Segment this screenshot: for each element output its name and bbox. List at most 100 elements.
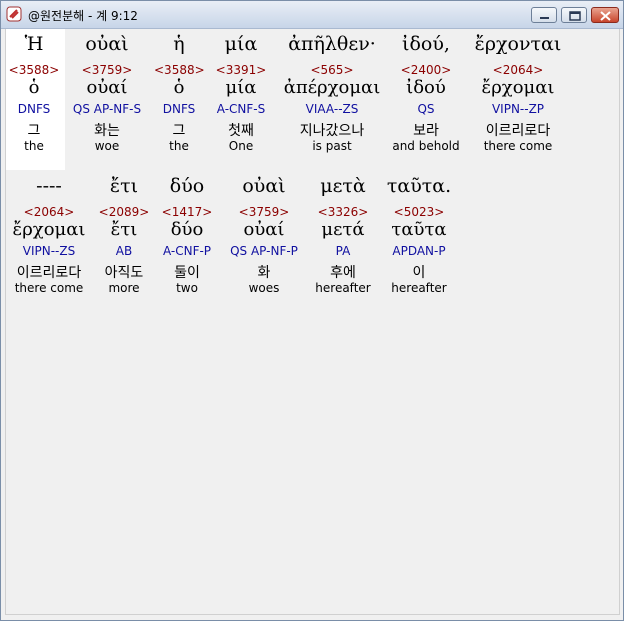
- main-window: @원전분해 - 계 9:12 Ἡ <3588> ὁ DNFS 그 the οὐα…: [0, 0, 624, 621]
- greek-word: μία: [224, 33, 258, 55]
- english-gloss: the: [24, 139, 44, 153]
- minimize-icon: [540, 17, 549, 19]
- strong-number[interactable]: <1417>: [156, 205, 218, 219]
- english-gloss: there come: [483, 139, 553, 153]
- english-gloss: two: [176, 281, 198, 295]
- word-column[interactable]: ἔρχονται <2064> ἔρχομαι VIPN--ZP 이르리로다 t…: [466, 33, 570, 158]
- korean-gloss: 둘이: [174, 265, 200, 281]
- lemma: ἔρχομαι: [12, 219, 86, 240]
- strong-number[interactable]: <3588>: [154, 63, 205, 77]
- strong-number[interactable]: <3588>: [8, 63, 60, 77]
- parsing-code: VIPN--ZS: [22, 244, 76, 258]
- lemma: ἔτι: [110, 219, 138, 240]
- korean-gloss: 화는: [94, 123, 120, 139]
- korean-gloss: 그: [27, 123, 41, 139]
- english-gloss: and behold: [392, 139, 460, 153]
- strong-number[interactable]: <3326>: [310, 205, 376, 219]
- close-icon: [600, 11, 611, 21]
- lemma: ἀπέρχομαι: [283, 77, 381, 98]
- word-column[interactable]: ἰδού, <2400> ἰδού QS 보라 and behold: [390, 33, 462, 158]
- window-title: @원전분해 - 계 9:12: [28, 9, 138, 23]
- korean-gloss: 이르리로다: [485, 123, 551, 139]
- greek-word: ταῦτα.: [386, 175, 452, 197]
- word-column[interactable]: οὐαὶ <3759> οὐαί QS AP-NF-P 화 woes: [224, 175, 304, 300]
- word-column[interactable]: ταῦτα. <5023> ταῦτα APDAN-P 이 hereafter: [382, 175, 456, 300]
- lemma: ταῦτα: [391, 219, 447, 240]
- parsing-code: QS: [417, 102, 435, 116]
- strong-number[interactable]: <2064>: [466, 63, 570, 77]
- strong-number[interactable]: <565>: [278, 63, 386, 77]
- greek-word: οὐαὶ: [85, 33, 129, 55]
- strong-number[interactable]: <2064>: [10, 205, 88, 219]
- parsing-code: A-CNF-S: [216, 102, 266, 116]
- english-gloss: One: [228, 139, 254, 153]
- parsing-code: DNFS: [17, 102, 51, 116]
- korean-gloss: 이르리로다: [16, 265, 82, 281]
- lemma: οὐαί: [86, 77, 128, 98]
- greek-word: ἔτι: [109, 175, 139, 197]
- title-bar[interactable]: @원전분해 - 계 9:12: [1, 1, 623, 29]
- english-gloss: there come: [14, 281, 84, 295]
- greek-word: μετὰ: [320, 175, 366, 197]
- english-gloss: woes: [248, 281, 280, 295]
- parsing-code: QS AP-NF-S: [72, 102, 142, 116]
- korean-gloss: 그: [172, 123, 186, 139]
- word-column[interactable]: ἀπῆλθεν· <565> ἀπέρχομαι VIAA--ZS 지나갔으나 …: [278, 33, 386, 158]
- analysis-pane: Ἡ <3588> ὁ DNFS 그 the οὐαὶ <3759> οὐαί Q…: [5, 29, 620, 615]
- english-gloss: hereafter: [315, 281, 371, 295]
- parsing-code: PA: [335, 244, 351, 258]
- lemma: ὁ: [28, 77, 40, 98]
- word-column[interactable]: οὐαὶ <3759> οὐαί QS AP-NF-S 화는 woe: [66, 33, 148, 158]
- greek-word: ἀπῆλθεν·: [288, 33, 376, 55]
- korean-gloss: 아직도: [104, 265, 144, 281]
- maximize-button[interactable]: [561, 7, 587, 23]
- english-gloss: hereafter: [391, 281, 447, 295]
- korean-gloss: 보라: [413, 123, 439, 139]
- word-column[interactable]: ---- <2064> ἔρχομαι VIPN--ZS 이르리로다 there…: [10, 175, 88, 300]
- strong-number[interactable]: <2089>: [96, 205, 152, 219]
- strong-number[interactable]: <3391>: [210, 63, 272, 77]
- parsing-code: VIAA--ZS: [305, 102, 359, 116]
- word-column[interactable]: ἡ <3588> ὁ DNFS 그 the: [154, 33, 205, 158]
- parsing-code: AB: [115, 244, 133, 258]
- greek-word: ἡ: [173, 33, 185, 55]
- korean-gloss: 화: [257, 265, 271, 281]
- parsing-code: APDAN-P: [392, 244, 446, 258]
- word-column[interactable]: δύο <1417> δύο A-CNF-P 둘이 two: [156, 175, 218, 300]
- lemma: μία: [225, 77, 257, 98]
- lemma: ὁ: [173, 77, 185, 98]
- greek-word: δύο: [169, 175, 205, 197]
- parsing-code: A-CNF-P: [162, 244, 212, 258]
- lemma: ἔρχομαι: [481, 77, 555, 98]
- korean-gloss: 후에: [330, 265, 356, 281]
- strong-number[interactable]: <5023>: [382, 205, 456, 219]
- word-column[interactable]: μία <3391> μία A-CNF-S 첫째 One: [210, 33, 272, 158]
- word-column[interactable]: Ἡ <3588> ὁ DNFS 그 the: [8, 33, 60, 158]
- parsing-code: VIPN--ZP: [491, 102, 545, 116]
- lemma: ἰδού: [406, 77, 446, 98]
- lemma: οὐαί: [243, 219, 285, 240]
- lemma: δύο: [170, 219, 204, 240]
- app-icon: [6, 6, 22, 22]
- strong-number[interactable]: <2400>: [390, 63, 462, 77]
- strong-number[interactable]: <3759>: [224, 205, 304, 219]
- greek-word: ----: [36, 175, 62, 197]
- close-button[interactable]: [591, 7, 619, 23]
- korean-gloss: 이: [412, 265, 426, 281]
- parsing-code: QS AP-NF-P: [230, 244, 298, 258]
- strong-number[interactable]: <3759>: [66, 63, 148, 77]
- english-gloss: is past: [312, 139, 352, 153]
- greek-word: ἔρχονται: [474, 33, 562, 55]
- parsing-code: DNFS: [162, 102, 196, 116]
- word-column[interactable]: ἔτι <2089> ἔτι AB 아직도 more: [96, 175, 152, 300]
- minimize-button[interactable]: [531, 7, 557, 23]
- word-column[interactable]: μετὰ <3326> μετά PA 후에 hereafter: [310, 175, 376, 300]
- english-gloss: woe: [94, 139, 120, 153]
- korean-gloss: 첫째: [228, 123, 254, 139]
- english-gloss: more: [108, 281, 140, 295]
- greek-word: Ἡ: [24, 33, 44, 55]
- greek-word: οὐαὶ: [242, 175, 286, 197]
- english-gloss: the: [169, 139, 189, 153]
- greek-word: ἰδού,: [402, 33, 450, 55]
- korean-gloss: 지나갔으나: [299, 123, 365, 139]
